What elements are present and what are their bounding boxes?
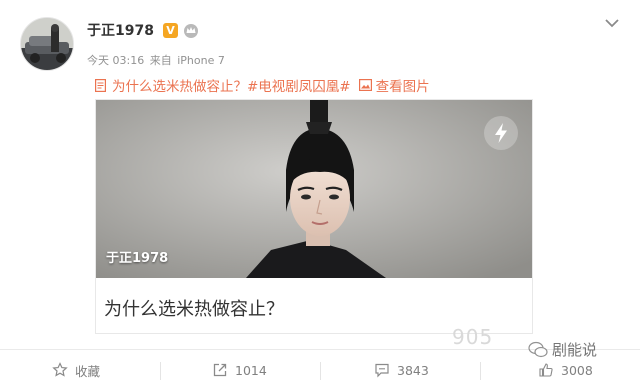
- article-card[interactable]: 于正1978 为什么选米热做容止？: [95, 99, 533, 334]
- repost-button[interactable]: 1014: [212, 356, 267, 384]
- like-count: 3008: [561, 362, 593, 378]
- watermark-ghost-text: 905: [452, 325, 494, 349]
- username[interactable]: 于正1978: [87, 20, 154, 40]
- chevron-down-icon[interactable]: [604, 17, 620, 29]
- watermark-text: 剧能说: [552, 341, 598, 359]
- watermark: 剧能说: [528, 339, 597, 360]
- favorite-label: 收藏: [75, 363, 101, 379]
- action-separator: [160, 362, 161, 380]
- bolt-button[interactable]: [484, 116, 518, 150]
- like-button[interactable]: 3008: [538, 356, 593, 384]
- like-icon: [539, 363, 553, 377]
- link-row: 为什么选米热做容止？ #电视剧凤囚凰# 查看图片: [95, 75, 430, 95]
- comment-count: 3843: [397, 362, 429, 378]
- bolt-icon: [495, 123, 507, 143]
- card-title[interactable]: 为什么选米热做容止？: [104, 295, 284, 321]
- comment-icon: [375, 363, 389, 378]
- action-separator: [480, 362, 481, 380]
- post-meta: 今天 03:16 来自 iPhone 7: [87, 52, 227, 68]
- image-icon: [358, 79, 372, 91]
- post-device[interactable]: iPhone 7: [177, 54, 225, 67]
- avatar[interactable]: [20, 17, 74, 71]
- card-cover-image: 于正1978: [96, 100, 532, 278]
- favorite-button[interactable]: 收藏: [52, 356, 100, 384]
- document-icon: [95, 78, 106, 92]
- verified-icon: V: [163, 23, 178, 38]
- comment-button[interactable]: 3843: [374, 356, 429, 384]
- repost-count: 1014: [235, 362, 267, 378]
- view-image-link[interactable]: 查看图片: [376, 75, 430, 95]
- card-caption: 于正1978: [106, 251, 169, 266]
- repost-icon: [213, 363, 227, 377]
- avatar-photo: [21, 18, 73, 70]
- crown-icon: [184, 24, 198, 38]
- action-separator: [320, 362, 321, 380]
- article-link[interactable]: 为什么选米热做容止？: [112, 75, 247, 95]
- hashtag-link[interactable]: #电视剧凤囚凰#: [247, 75, 351, 95]
- star-icon: [52, 362, 68, 377]
- wechat-icon: [528, 341, 548, 357]
- post-time: 今天 03:16: [87, 54, 145, 67]
- source-prefix: 来自: [149, 54, 172, 67]
